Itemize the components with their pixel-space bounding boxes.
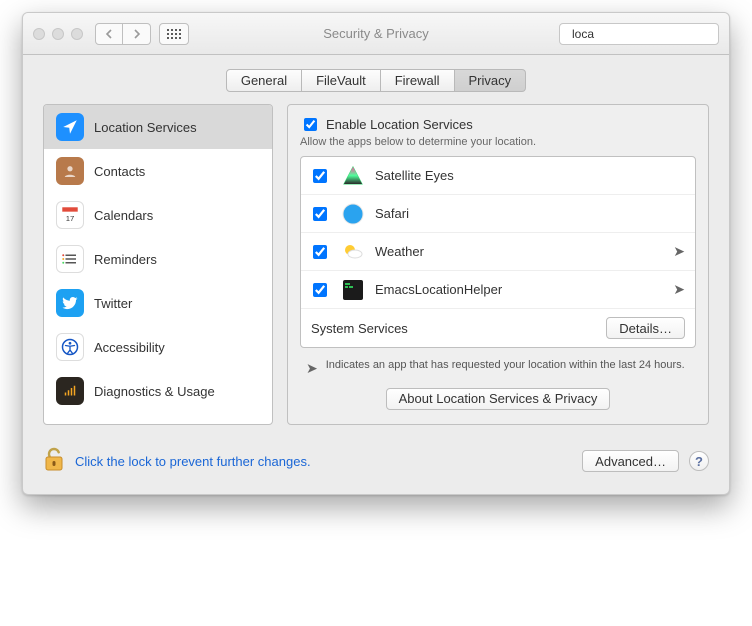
tab-privacy[interactable]: Privacy [455,69,527,92]
window-controls [33,28,83,40]
titlebar: Security & Privacy ✕ [23,13,729,55]
sidebar-item-diagnostics[interactable]: Diagnostics & Usage [44,369,272,413]
lock-row[interactable]: Click the lock to prevent further change… [43,447,311,476]
app-icon-emacs [341,278,365,302]
app-row-emacslocationhelper: EmacsLocationHelper ➤ [301,271,695,309]
enable-location-text: Enable Location Services [326,117,473,132]
app-icon-satellite-eyes [341,164,365,188]
sidebar-item-label: Calendars [94,208,153,223]
recent-note-text: Indicates an app that has requested your… [326,358,685,378]
help-button[interactable]: ? [689,451,709,471]
enable-location-label[interactable]: Enable Location Services [300,115,696,134]
sidebar-item-label: Contacts [94,164,145,179]
recent-location-icon: ➤ [673,281,685,298]
advanced-button[interactable]: Advanced… [582,450,679,472]
preferences-window: Security & Privacy ✕ General FileVault F… [22,12,730,495]
tab-firewall[interactable]: Firewall [381,69,455,92]
system-services-row: System Services Details… [301,309,695,347]
sidebar-item-reminders[interactable]: Reminders [44,237,272,281]
sidebar-item-label: Location Services [94,120,197,135]
app-label: Safari [375,206,685,221]
app-label: Weather [375,244,663,259]
sidebar-item-accessibility[interactable]: Accessibility [44,325,272,369]
nav-buttons [95,23,151,45]
svg-text:17: 17 [66,214,75,223]
system-services-label: System Services [311,321,408,336]
app-checkbox[interactable] [313,283,327,297]
sidebar-item-label: Diagnostics & Usage [94,384,215,399]
app-label: Satellite Eyes [375,168,685,183]
tab-general[interactable]: General [226,69,302,92]
sidebar-item-label: Twitter [94,296,132,311]
enable-hint: Allow the apps below to determine your l… [300,136,696,148]
app-row-weather: Weather ➤ [301,233,695,271]
app-label: EmacsLocationHelper [375,282,663,297]
sidebar-item-label: Reminders [94,252,157,267]
location-icon [56,113,84,141]
privacy-sidebar: Location Services Contacts 17 Calendars [43,104,273,425]
diagnostics-icon [56,377,84,405]
calendar-icon: 17 [56,201,84,229]
apps-list: Satellite Eyes Safari We [300,156,696,348]
forward-button[interactable] [123,23,151,45]
clear-search-icon[interactable]: ✕ [729,27,730,41]
lock-text: Click the lock to prevent further change… [75,454,311,469]
recent-location-icon: ➤ [673,243,685,260]
show-all-button[interactable] [159,23,189,45]
location-services-panel: Enable Location Services Allow the apps … [287,104,709,425]
lock-icon [43,447,65,476]
app-row-satellite-eyes: Satellite Eyes [301,157,695,195]
reminders-icon [56,245,84,273]
tab-filevault[interactable]: FileVault [302,69,381,92]
search-field[interactable]: ✕ [559,23,719,45]
zoom-window[interactable] [71,28,83,40]
window-title: Security & Privacy [323,26,428,41]
enable-location-checkbox[interactable] [304,118,317,131]
footer: Click the lock to prevent further change… [23,439,729,494]
recent-note: ➤ Indicates an app that has requested yo… [300,348,696,388]
twitter-icon [56,289,84,317]
sidebar-item-location-services[interactable]: Location Services [44,105,272,149]
enable-row: Enable Location Services [300,115,696,134]
app-icon-weather [341,240,365,264]
back-button[interactable] [95,23,123,45]
app-checkbox[interactable] [313,207,327,221]
sidebar-item-calendars[interactable]: 17 Calendars [44,193,272,237]
app-checkbox[interactable] [313,169,327,183]
recent-location-icon: ➤ [306,358,318,378]
tab-bar: General FileVault Firewall Privacy [43,69,709,92]
sidebar-item-contacts[interactable]: Contacts [44,149,272,193]
apps-grid-icon [167,29,181,39]
app-checkbox[interactable] [313,245,327,259]
accessibility-icon [56,333,84,361]
contacts-icon [56,157,84,185]
search-input[interactable] [570,26,729,42]
close-window[interactable] [33,28,45,40]
about-location-button[interactable]: About Location Services & Privacy [386,388,611,410]
sidebar-item-twitter[interactable]: Twitter [44,281,272,325]
sidebar-item-label: Accessibility [94,340,165,355]
app-row-safari: Safari [301,195,695,233]
app-icon-safari [341,202,365,226]
details-button[interactable]: Details… [606,317,685,339]
minimize-window[interactable] [52,28,64,40]
